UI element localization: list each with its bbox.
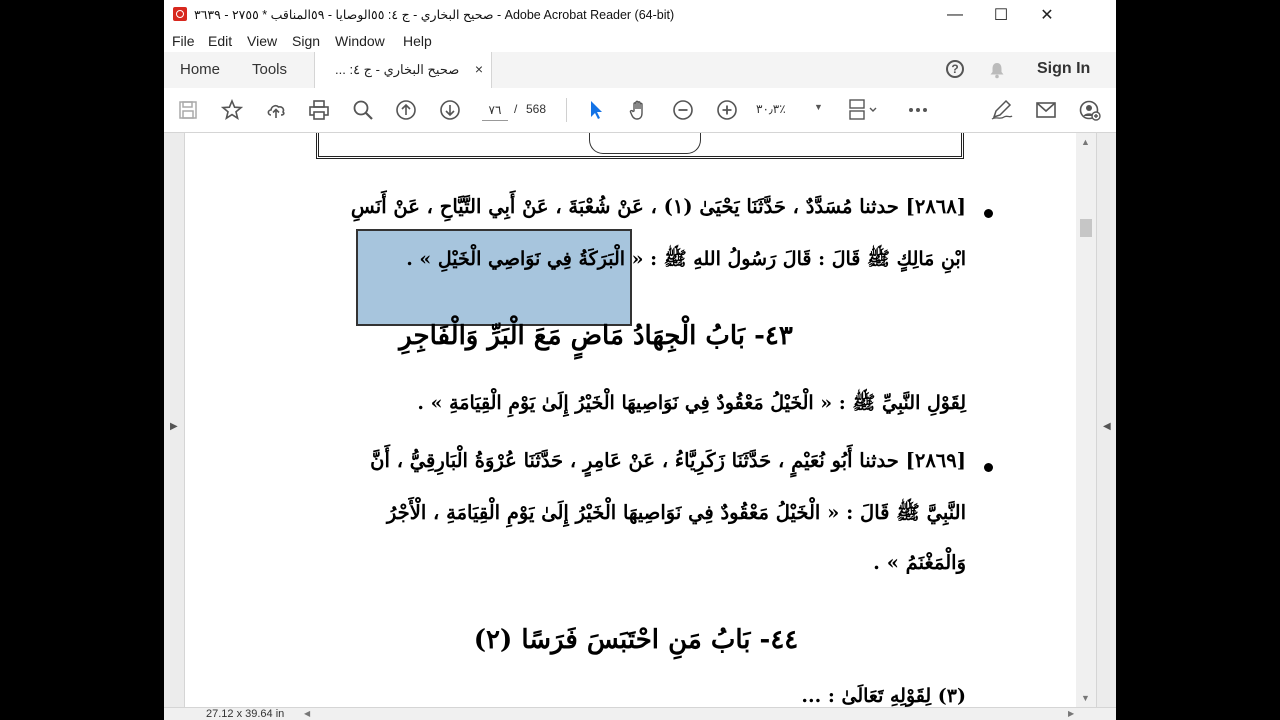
hadith-bullet [984,209,993,218]
hadith-2868-line1: [٢٨٦٨] حدثنا مُسَدَّدٌ ، حَدَّثَنَا يَحْ… [350,195,966,218]
menu-edit[interactable]: Edit [208,33,232,49]
expand-left-arrow-icon[interactable]: ▶ [170,421,178,432]
tab-tools[interactable]: Tools [252,61,287,78]
expand-right-arrow-icon[interactable]: ◀ [1103,421,1111,432]
menu-view[interactable]: View [247,33,277,49]
scroll-thumb[interactable] [1080,219,1092,237]
page-separator: / [514,102,518,116]
zoom-in-icon[interactable] [715,98,739,122]
email-envelope-icon[interactable] [1034,98,1058,122]
tab-document-label: صحيح البخاري - ج ٤: ... [335,62,460,77]
hadith-2869-line2: النَّبِيَّ ﷺ قَالَ : « الْخَيْلُ مَعْقُو… [386,501,966,524]
menu-file[interactable]: File [172,33,195,49]
page-display-icon[interactable] [848,98,882,122]
zoom-dropdown-arrow-icon[interactable]: ▼ [814,102,823,112]
partial-line: (٣) لِقَوْلِهِ تَعَالَىٰ : ... [801,685,966,707]
menu-help[interactable]: Help [403,33,432,49]
document-page: [٢٨٦٨] حدثنا مُسَدَّدٌ ، حَدَّثَنَا يَحْ… [186,133,1076,707]
zoom-level-input[interactable]: ٣٠٫٣٪ [756,102,786,116]
acrobat-app-icon [173,7,187,21]
tab-bar: Home Tools صحيح البخاري - ج ٤: ... × ? S… [164,52,1116,89]
tab-home[interactable]: Home [180,61,220,78]
header-cartouche [589,133,701,154]
sign-pen-icon[interactable] [990,98,1014,122]
zoom-out-icon[interactable] [671,98,695,122]
sign-in-link[interactable]: Sign In [1037,60,1090,78]
share-user-icon[interactable] [1078,98,1102,122]
close-tab-icon[interactable]: × [475,61,483,77]
next-page-icon[interactable] [438,98,462,122]
notification-bell-icon[interactable] [988,61,1006,79]
hadith-2869-line1: [٢٨٦٩] حدثنا أَبُو نُعَيْمٍ ، حَدَّثَنَا… [370,449,966,472]
scroll-down-arrow-icon[interactable]: ▼ [1081,693,1090,703]
save-icon[interactable] [176,98,200,122]
bookmark-star-icon[interactable] [220,98,244,122]
hand-tool-icon[interactable] [627,98,651,122]
chapter-44-title: ٤٤- بَابُ مَنِ احْتَبَسَ فَرَسًا (٢) [473,625,799,655]
highlight-annotation[interactable] [356,229,632,326]
hadith-2868-line2: ابْنِ مَالِكٍ ﷺ قَالَ : قَالَ رَسُولُ ال… [406,248,966,270]
select-cursor-icon[interactable] [584,98,608,122]
current-page-input[interactable]: ٧٦ [482,100,508,121]
upload-cloud-icon[interactable] [264,98,288,122]
status-bar: 27.12 x 39.64 in ◀ ▶ [164,707,1116,720]
tab-document[interactable]: صحيح البخاري - ج ٤: ... × [314,52,492,88]
scroll-up-arrow-icon[interactable]: ▲ [1081,137,1090,147]
close-window-button[interactable]: ✕ [1024,0,1070,30]
right-panel-toggle[interactable]: ◀ [1096,133,1116,707]
total-pages: 568 [526,102,547,116]
toolbar-divider [566,98,567,122]
title-bar: صحيح البخاري - ج ٤: ٥٥الوصايا - ٥٩المناق… [164,0,1116,30]
more-tools-icon[interactable] [906,98,930,122]
window-title: صحيح البخاري - ج ٤: ٥٥الوصايا - ٥٩المناق… [194,8,675,22]
hadith-bullet [984,463,993,472]
maximize-button[interactable]: ☐ [978,0,1024,30]
chapter-43-text: لِقَوْلِ النَّبِيِّ ﷺ : « الْخَيْلُ مَعْ… [417,392,966,414]
chapter-43-title: ٤٣- بَابُ الْجِهَادُ مَاضٍ مَعَ الْبَرِّ… [399,321,793,351]
scroll-right-arrow-icon[interactable]: ▶ [1068,709,1074,718]
acrobat-window: صحيح البخاري - ج ٤: ٥٥الوصايا - ٥٩المناق… [164,0,1116,720]
print-icon[interactable] [307,98,331,122]
vertical-scrollbar[interactable]: ▲ ▼ [1076,133,1096,707]
toolbar: ٧٦ / 568 ٣٠٫٣٪ ▼ [164,88,1116,133]
left-panel-toggle[interactable]: ▶ [164,133,185,707]
find-search-icon[interactable] [351,98,375,122]
menu-sign[interactable]: Sign [292,33,320,49]
page-dimensions: 27.12 x 39.64 in [206,708,285,720]
hadith-2869-line3: وَالْمَغْنَمُ » . [873,551,966,574]
page-header-ornament [316,133,964,159]
scroll-left-arrow-icon[interactable]: ◀ [304,709,310,718]
menu-window[interactable]: Window [335,33,385,49]
previous-page-icon[interactable] [394,98,418,122]
menu-bar: File Edit View Sign Window Help [164,30,1116,52]
help-icon[interactable]: ? [946,60,964,78]
minimize-button[interactable]: — [932,0,978,30]
